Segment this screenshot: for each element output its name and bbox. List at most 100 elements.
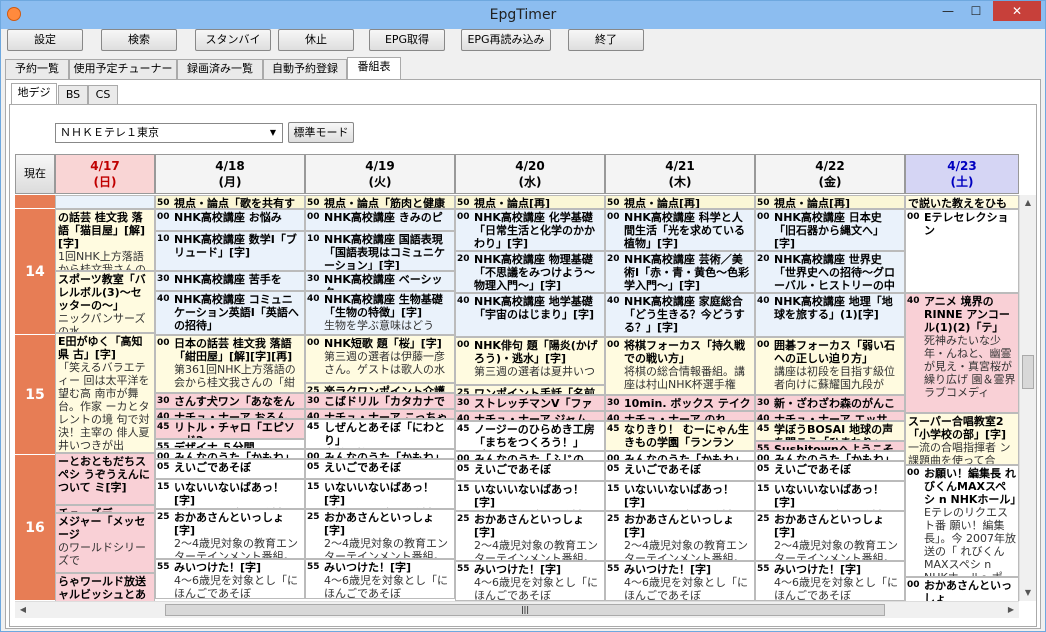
program-cell[interactable]: 40 ナチュ・ナーア おるん xyxy=(155,409,305,419)
program-cell[interactable]: 50 視点・論点[再] xyxy=(605,195,755,209)
program-cell[interactable]: 15いないいないばあっ！[字]0歳児から2歳児を対象に xyxy=(605,481,755,511)
program-cell[interactable]: 30 10min. ボックス テイク xyxy=(605,395,755,411)
program-cell[interactable]: 25 おかあさんといっしょ[字]2〜4歳児対象の教育エンターテインメント番組。歌 xyxy=(755,511,905,561)
program-cell[interactable]: 30 こばドリル「カタカナで xyxy=(305,393,455,409)
program-cell[interactable]: 25 ワンポイント手話「名前 xyxy=(455,385,605,395)
scroll-down-icon[interactable]: ▼ xyxy=(1020,585,1036,601)
program-cell[interactable]: 25 おかあさんといっしょ[字]2〜4歳児対象の教育エンターテインメント番組。歌 xyxy=(155,509,305,559)
day-header[interactable]: 4/21 (木) xyxy=(605,154,755,194)
program-cell[interactable]: 45 学ぼうBOSAI 地球の声を聞こう「ひまわり」 xyxy=(755,421,905,441)
program-cell[interactable]: 15いないいないばあっ！[字]0歳児から2歳児を対象に xyxy=(155,479,305,509)
program-cell[interactable]: 50 視点・論点[再] xyxy=(755,195,905,209)
scroll-left-icon[interactable]: ◀ xyxy=(15,602,31,618)
program-cell[interactable]: 30 NHK高校講座 ベーシック xyxy=(305,271,455,291)
tab-terrestrial[interactable]: 地デジ xyxy=(11,83,57,105)
close-button[interactable]: ✕ xyxy=(993,1,1041,21)
horizontal-scroll-thumb[interactable]: ||| xyxy=(165,604,885,616)
program-cell[interactable]: 00 NHK高校講座 科学と人間生活「光を求めている植物」[字] xyxy=(605,209,755,251)
program-cell[interactable]: 55 デザイナ ５分間 xyxy=(155,439,305,449)
program-cell[interactable]: 45しぜんとあそぼ「にわとり」自然と接し xyxy=(305,419,455,449)
program-cell[interactable]: 00 お願い！編集長 れびくんMAXスペシ n NHKホール」 Eテレのリクエスト番… xyxy=(905,465,1019,577)
program-cell[interactable]: 30 さんす犬ワン「あなをん xyxy=(155,393,305,409)
vertical-scrollbar[interactable]: ▲ ▼ xyxy=(1019,195,1036,601)
program-cell[interactable]: 00 NHK高校講座 お悩み xyxy=(155,209,305,231)
program-cell[interactable]: 40 ナチュ・ナーア エッサ xyxy=(755,411,905,421)
program-cell[interactable]: 00 NHK短歌 題「桜」[字] 第三週の選者は伊藤一彦さん。ゲストは歌人の水 xyxy=(305,335,455,383)
program-cell[interactable]: 00 みんなのうた「ふじの xyxy=(455,451,605,461)
program-cell[interactable]: スーパー合唱教室2「小学校の部」[字] 一流の合唱指揮者 ン課題曲を使って合 xyxy=(905,413,1019,465)
program-cell[interactable]: 10 NHK高校講座 国語表現「国語表現はコミュニケーション」[字] xyxy=(305,231,455,271)
program-cell[interactable]: 45 なりきり！ むーにゃん生きもの学園「ランラン卵！？ xyxy=(605,421,755,451)
program-cell[interactable]: 25 おかあさんといっしょ[字]2〜4歳児対象の教育エンターテインメント番組。歌 xyxy=(305,509,455,559)
program-cell[interactable]: 20 NHK高校講座 世界史「世界史への招待〜グローバル・ヒストリーの中の現 xyxy=(755,251,905,293)
program-cell[interactable]: 40 アニメ 境界のRINNE アンコール(1)(2)「テ」 死神みたいな少年・んね… xyxy=(905,293,1019,413)
program-cell[interactable]: 10 NHK高校講座 数学Ⅰ「ブリュード」[字] xyxy=(155,231,305,271)
program-cell[interactable]: 55 みいつけた！[字] 4〜6歳児を対象とし「にほんごであそぼ xyxy=(455,561,605,601)
program-cell[interactable]: 25 おかあさんといっしょ[字]2〜4歳児対象の教育エンターテインメント番組。歌 xyxy=(455,511,605,561)
program-cell[interactable]: 15いないいないばあっ！[字]0歳児から2歳児を対象に xyxy=(755,481,905,511)
program-cell[interactable]: らゃワールド放送 ャルビッシュとあそぼう xyxy=(55,573,155,601)
program-cell[interactable]: 30 NHK高校講座 苦手を xyxy=(155,271,305,291)
day-header[interactable]: 4/17 (日) xyxy=(55,154,155,194)
program-cell[interactable]: 55 Sushitownへようこそ xyxy=(755,441,905,451)
now-button[interactable]: 現在 xyxy=(15,154,55,194)
maximize-button[interactable]: ☐ xyxy=(963,1,989,21)
view-mode-button[interactable]: 標準モード xyxy=(288,122,354,143)
program-cell[interactable]: メジャー「メッセージ のワールドシリーズで xyxy=(55,513,155,573)
program-cell[interactable]: 40 NHK高校講座 家庭総合「どう生きる？今どうする？」[字] xyxy=(605,293,755,337)
program-cell[interactable]: 00おかあさんといっしょ2〜4歳児対象の xyxy=(905,577,1019,601)
program-cell[interactable]: 40 ナチュ・ナーア こっちゃ xyxy=(305,409,455,419)
program-cell[interactable]: スポーツ教室「バレルボル(3)〜セッターの〜」 ニックパンサーズの水 xyxy=(55,271,155,333)
program-cell[interactable]: 40 NHK高校講座 地学基礎「宇宙のはじまり」[字] xyxy=(455,293,605,337)
program-cell[interactable]: 00 囲碁フォーカス「弱い石への正しい迫り方」 講座は初段を目指す級位者向けに蘇耀国… xyxy=(755,337,905,395)
program-cell[interactable]: 00 NHK高校講座 きみのピ xyxy=(305,209,455,231)
program-cell[interactable]: 05 えいごであそぼ xyxy=(305,459,455,479)
program-cell[interactable]: の話芸 桂文我 落語「猫目屋」[解][字]1回NHK上方落語 から桂文我さんの「… xyxy=(55,209,155,271)
settings-button[interactable]: 設定 xyxy=(7,29,83,51)
program-cell[interactable] xyxy=(55,195,155,209)
program-cell[interactable]: 40 NHK高校講座 コミュニケーション英語Ⅰ「英語への招待」 xyxy=(155,291,305,335)
epg-fetch-button[interactable]: EPG取得 xyxy=(369,29,445,51)
program-cell[interactable]: 30 ストレッチマンV「ファイブ xyxy=(455,395,605,411)
program-cell[interactable]: 05 えいごであそぼ xyxy=(755,461,905,481)
tab-cs[interactable]: CS xyxy=(88,85,118,104)
tab-auto-reservation[interactable]: 自動予約登録 xyxy=(263,59,347,79)
day-header[interactable]: 4/23 (土) xyxy=(905,154,1019,194)
minimize-button[interactable]: — xyxy=(935,1,961,21)
day-header[interactable]: 4/22 (金) xyxy=(755,154,905,194)
program-cell[interactable]: 05 えいごであそぼ xyxy=(155,459,305,479)
program-cell[interactable]: 15いないいないばあっ！[字]0歳児から2歳児を対象に xyxy=(455,481,605,511)
program-cell[interactable]: 55 みいつけた！[字] 4〜6歳児を対象とし「にほんごであそぼ xyxy=(155,559,305,599)
day-header[interactable]: 4/18 (月) xyxy=(155,154,305,194)
exit-button[interactable]: 終了 xyxy=(568,29,644,51)
program-cell[interactable]: 25 おかあさんといっしょ[字]2〜4歳児対象の教育エンターテインメント番組。歌 xyxy=(605,511,755,561)
tab-bs[interactable]: BS xyxy=(58,85,88,104)
program-cell[interactable]: 00 NHK高校講座 化学基礎「日常生活と化学のかかわり」[字] xyxy=(455,209,605,251)
program-cell[interactable]: 05 えいごであそぼ xyxy=(605,461,755,481)
program-cell[interactable]: ーとおともだちスペシ うぞうえんについて ミ[字] xyxy=(55,453,155,505)
program-cell[interactable]: E田がゆく「高知県 古」[字] 「笑えるバラエティー 回は太平洋を望む高 南市が舞… xyxy=(55,333,155,453)
program-cell[interactable]: 15いないいないばあっ！[字]0歳児から2歳児を対象に xyxy=(305,479,455,509)
program-cell[interactable]: 00 みんなのうた「かもね」 xyxy=(755,451,905,461)
tab-program-guide[interactable]: 番組表 xyxy=(347,57,401,80)
program-cell[interactable]: 55 みいつけた！[字] 4〜6歳児を対象とし「にほんごであそぼ xyxy=(305,559,455,599)
program-cell[interactable]: 00 将棋フォーカス「持久戦での戦い方」 将棋の総合情報番組。講座は村山NHK杯選手… xyxy=(605,337,755,395)
standby-button[interactable]: スタンバイ xyxy=(195,29,271,51)
scroll-right-icon[interactable]: ▶ xyxy=(1003,602,1019,618)
program-cell[interactable]: チューズデー xyxy=(55,505,155,513)
program-cell[interactable]: 50 視点・論点「筋肉と健康 xyxy=(305,195,455,209)
day-header[interactable]: 4/19 (火) xyxy=(305,154,455,194)
tab-recorded-list[interactable]: 録画済み一覧 xyxy=(177,59,263,79)
program-cell[interactable]: 40 ナチュ・ナーア のれ xyxy=(605,411,755,421)
program-cell[interactable]: 40 NHK高校講座 生物基礎「生物の特徴」[字] 生物を学ぶ意味はどう xyxy=(305,291,455,335)
horizontal-scrollbar[interactable]: ◀ ||| ▶ xyxy=(15,601,1019,618)
vertical-scroll-thumb[interactable] xyxy=(1022,355,1034,389)
program-cell[interactable]: 40 ナチュ・ナーア ジャム xyxy=(455,411,605,421)
program-cell[interactable]: 00 NHK高校講座 日本史「旧石器から縄文へ」[字] xyxy=(755,209,905,251)
search-button[interactable]: 検索 xyxy=(101,29,177,51)
program-cell[interactable]: で説いた教えをひも xyxy=(905,195,1019,209)
program-cell[interactable]: 20 NHK高校講座 芸術／美術Ⅰ「赤・青・黄色〜色彩学入門〜」[字] xyxy=(605,251,755,293)
program-cell[interactable]: 00 みんなのうた「かもね」 xyxy=(605,451,755,461)
day-header[interactable]: 4/20 (水) xyxy=(455,154,605,194)
program-cell[interactable]: 55 みいつけた！[字] 4〜6歳児を対象とし「にほんごであそぼ xyxy=(755,561,905,601)
